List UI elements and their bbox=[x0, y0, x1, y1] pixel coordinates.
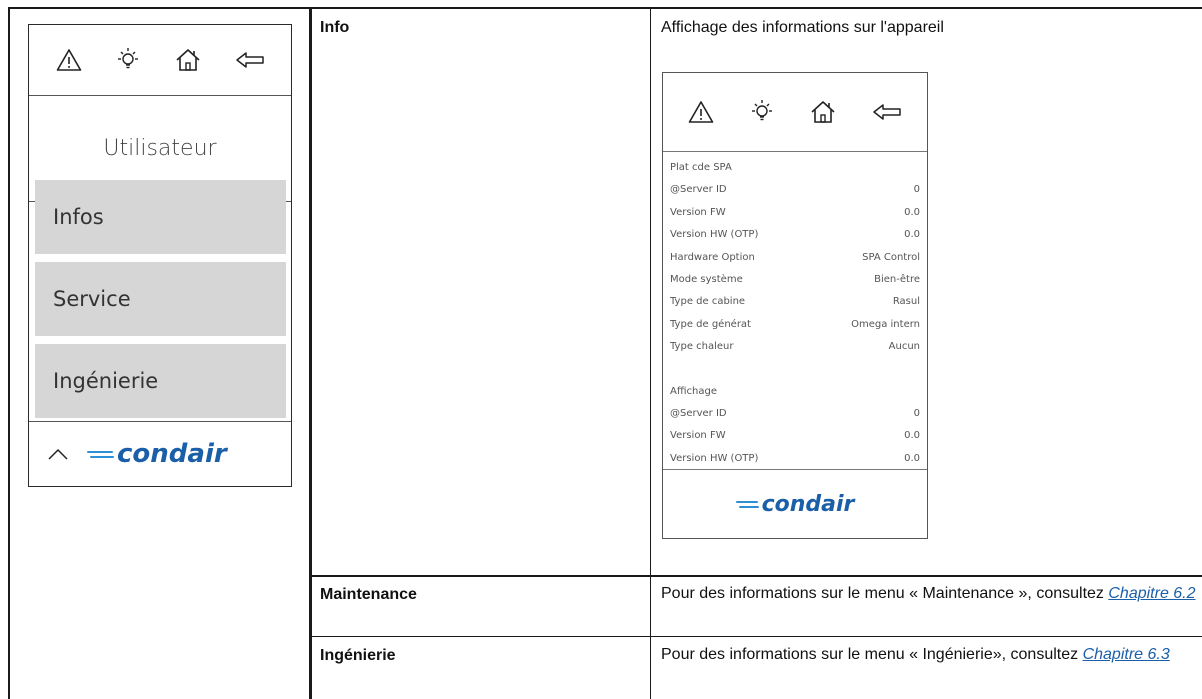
info-row-value: Aucun bbox=[888, 341, 920, 353]
table-col-divider-2 bbox=[650, 7, 651, 699]
info-row-value: SPA Control bbox=[862, 251, 920, 263]
info-row: Affichage bbox=[670, 381, 920, 403]
table-left-border bbox=[8, 7, 10, 699]
info-row-label: Type de cabine bbox=[670, 296, 746, 308]
row-ingenierie-text: Pour des informations sur le menu « Ingé… bbox=[661, 646, 1083, 663]
chapter-6-2-link[interactable]: Chapitre 6.2 bbox=[1108, 585, 1195, 602]
back-arrow-icon[interactable] bbox=[235, 50, 265, 70]
info-row: Type de générat Omega intern bbox=[670, 314, 920, 336]
home-icon[interactable] bbox=[174, 47, 202, 73]
screen-divider bbox=[663, 151, 927, 152]
info-row-value: Omega intern bbox=[851, 318, 920, 330]
info-row: Hardware Option SPA Control bbox=[670, 247, 920, 269]
lightbulb-icon[interactable] bbox=[115, 47, 141, 73]
chapter-6-3-link[interactable]: Chapitre 6.3 bbox=[1083, 646, 1170, 663]
info-row-value: 0.0 bbox=[904, 452, 920, 464]
info-row-value: 0 bbox=[913, 184, 920, 196]
lightbulb-icon[interactable] bbox=[749, 99, 775, 125]
info-row-value: Bien-être bbox=[874, 273, 920, 285]
table-col-divider-1 bbox=[309, 7, 312, 699]
screen-footer: condair bbox=[663, 470, 927, 538]
info-row-label: Type de générat bbox=[670, 318, 751, 330]
info-row: Version FW 0.0 bbox=[670, 202, 920, 224]
info-row: Version HW (OTP) 0.0 bbox=[670, 224, 920, 246]
row-maintenance-description: Pour des informations sur le menu « Main… bbox=[661, 582, 1196, 606]
info-screen: Plat cde SPA @Server ID 0 Version FW 0.0 V… bbox=[662, 72, 928, 539]
info-row-label: Version HW (OTP) bbox=[670, 452, 759, 464]
info-row-value: Rasul bbox=[892, 296, 920, 308]
menu-button-service[interactable]: Service bbox=[35, 262, 286, 336]
logo-waves bbox=[735, 498, 760, 511]
logo-text: condair bbox=[761, 491, 855, 517]
table-row-divider-1 bbox=[309, 575, 1202, 577]
menu-button-ingenierie[interactable]: Ingénierie bbox=[35, 344, 286, 418]
row-maintenance-text: Pour des informations sur le menu « Main… bbox=[661, 585, 1109, 602]
info-row-label: Affichage bbox=[670, 385, 717, 397]
condair-logo: condair bbox=[87, 439, 227, 469]
back-arrow-icon[interactable] bbox=[872, 102, 902, 122]
info-row-label: @Server ID bbox=[670, 407, 727, 419]
info-row-label: Version FW bbox=[670, 206, 726, 218]
device-toolbar bbox=[29, 25, 291, 95]
device-panel: Utilisateur Infos Service Ingénierie con… bbox=[28, 24, 292, 487]
screen-toolbar bbox=[663, 73, 927, 151]
row-ingenierie-description: Pour des informations sur le menu « Ingé… bbox=[661, 643, 1196, 667]
info-row-value: 0 bbox=[913, 407, 920, 419]
info-row-label: Hardware Option bbox=[670, 251, 755, 263]
info-row: Version HW (OTP) 0.0 bbox=[670, 448, 920, 470]
info-row-label: Mode système bbox=[670, 273, 743, 285]
device-footer: condair bbox=[29, 422, 291, 486]
info-row: Plat cde SPA bbox=[670, 157, 920, 179]
warning-icon[interactable] bbox=[56, 48, 82, 72]
row-info-description: Affichage des informations sur l'apparei… bbox=[661, 19, 944, 36]
info-row: Type chaleur Aucun bbox=[670, 336, 920, 358]
table-row-divider-2 bbox=[309, 636, 1202, 637]
info-row-value: 0.0 bbox=[904, 430, 920, 442]
info-row-label: Version FW bbox=[670, 430, 726, 442]
info-row: Mode système Bien-être bbox=[670, 269, 920, 291]
info-row: Version FW 0.0 bbox=[670, 425, 920, 447]
info-row-label: @Server ID bbox=[670, 184, 727, 196]
info-row-value: 0.0 bbox=[904, 229, 920, 241]
menu-button-infos[interactable]: Infos bbox=[35, 180, 286, 254]
home-icon[interactable] bbox=[809, 99, 837, 125]
warning-icon[interactable] bbox=[688, 100, 714, 124]
info-row-label: Type chaleur bbox=[670, 341, 734, 353]
row-ingenierie-label: Ingénierie bbox=[320, 647, 396, 664]
condair-logo: condair bbox=[735, 491, 855, 517]
info-row-label: Plat cde SPA bbox=[670, 162, 732, 173]
table-top-border bbox=[8, 7, 1202, 9]
info-list: Plat cde SPA @Server ID 0 Version FW 0.0 V… bbox=[670, 157, 920, 470]
info-row: @Server ID 0 bbox=[670, 179, 920, 201]
info-row: @Server ID 0 bbox=[670, 403, 920, 425]
info-row-value: 0.0 bbox=[904, 206, 920, 218]
logo-waves bbox=[87, 448, 115, 461]
info-row-label: Version HW (OTP) bbox=[670, 229, 759, 241]
logo-text: condair bbox=[117, 439, 227, 469]
info-section-gap bbox=[670, 359, 920, 381]
row-maintenance-label: Maintenance bbox=[320, 586, 417, 603]
row-info-label: Info bbox=[320, 19, 350, 36]
info-row: Type de cabine Rasul bbox=[670, 291, 920, 313]
chevron-up-icon[interactable] bbox=[47, 447, 69, 461]
